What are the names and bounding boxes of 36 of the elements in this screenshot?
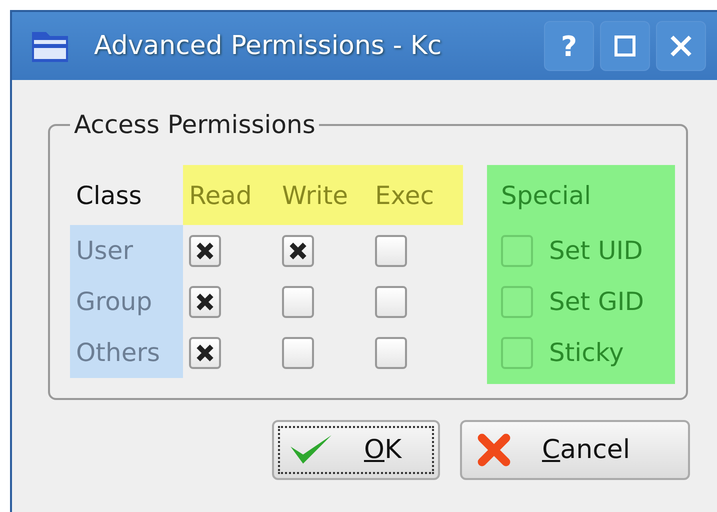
checkbox[interactable] bbox=[501, 336, 533, 368]
checkbox[interactable] bbox=[501, 286, 533, 318]
maximize-icon bbox=[613, 34, 637, 58]
checkbox[interactable] bbox=[189, 336, 221, 368]
cross-mark-icon bbox=[194, 240, 216, 262]
row-label: User bbox=[70, 225, 183, 276]
cancel-button[interactable]: Cancel bbox=[460, 420, 690, 480]
checkbox[interactable] bbox=[282, 234, 314, 266]
checkbox[interactable] bbox=[375, 234, 407, 266]
cross-mark-icon bbox=[194, 290, 216, 312]
cross-mark-icon bbox=[194, 342, 216, 364]
checkbox[interactable] bbox=[189, 234, 221, 266]
column-header: Write bbox=[276, 165, 369, 225]
row-label: Others bbox=[70, 327, 183, 378]
column-header: Read bbox=[183, 165, 276, 225]
maximize-button[interactable] bbox=[600, 21, 650, 71]
checkbox[interactable] bbox=[375, 286, 407, 318]
close-icon bbox=[669, 34, 693, 58]
cross-mark-icon bbox=[287, 240, 309, 262]
column-header: Exec bbox=[369, 165, 463, 225]
row-label: Group bbox=[70, 276, 183, 327]
checkbox-label: Set GID bbox=[549, 287, 644, 316]
close-button[interactable] bbox=[656, 21, 706, 71]
column-header: Special bbox=[501, 180, 592, 212]
checkbox[interactable] bbox=[189, 286, 221, 318]
window-title: Advanced Permissions - Kc bbox=[94, 31, 443, 61]
group-title: Access Permissions bbox=[73, 110, 316, 139]
checkbox[interactable] bbox=[375, 336, 407, 368]
checkbox[interactable] bbox=[282, 336, 314, 368]
checkbox-label: Sticky bbox=[549, 338, 624, 367]
column-header: Class bbox=[75, 180, 143, 212]
checkbox-label: Set UID bbox=[549, 236, 643, 265]
checkbox[interactable] bbox=[501, 234, 533, 266]
ok-button[interactable]: OK bbox=[272, 420, 440, 480]
cross-icon bbox=[476, 432, 512, 468]
checkbox[interactable] bbox=[282, 286, 314, 318]
